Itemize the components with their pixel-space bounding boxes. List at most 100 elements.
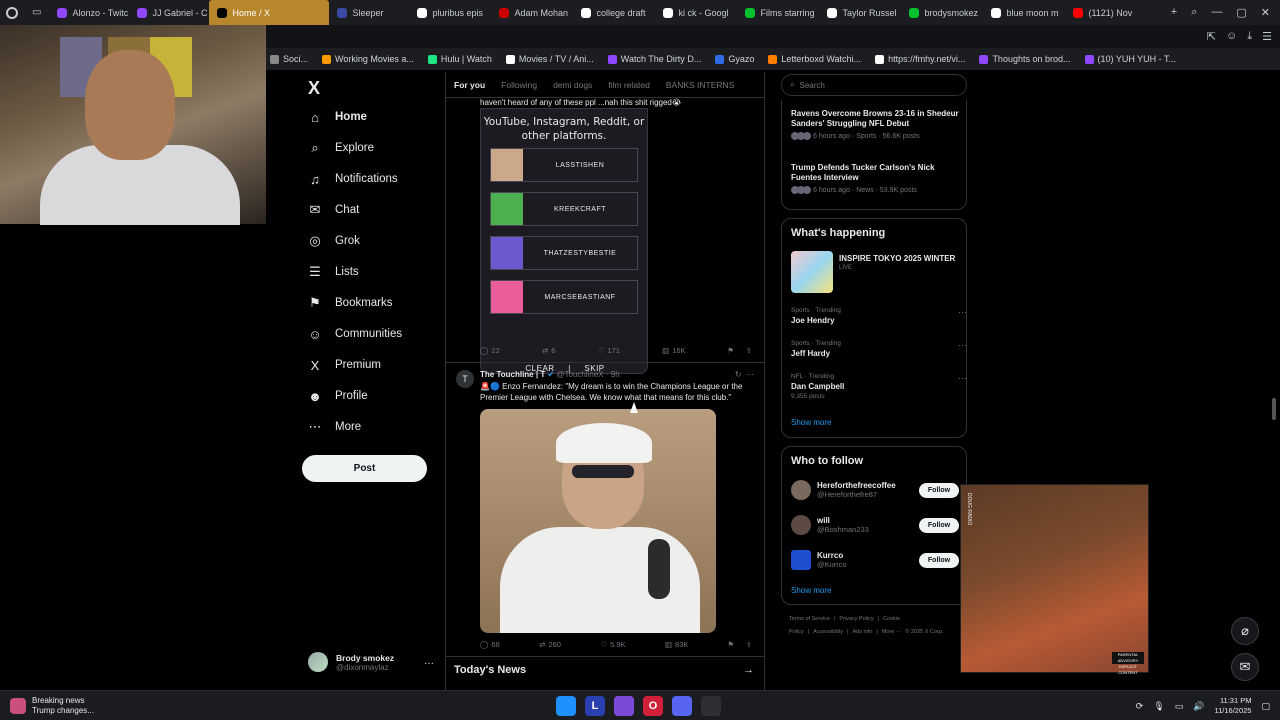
follow-suggestion[interactable]: Hereforthefreecoffee @Hereforthefre87 Foll… <box>791 476 959 504</box>
browser-tab[interactable]: Films starring <box>737 0 819 25</box>
like-button[interactable]: ♡ 5.9K <box>600 640 625 649</box>
avatar[interactable]: T <box>456 370 474 388</box>
share-icon[interactable]: ⇪ <box>746 640 752 649</box>
more-icon[interactable]: ⋯ <box>746 370 754 379</box>
tab-film-related[interactable]: film related <box>608 80 650 90</box>
browser-tab[interactable]: Sleeper <box>329 0 409 25</box>
post-button[interactable]: Post <box>302 455 427 482</box>
share-icon[interactable]: ⇱ <box>1207 30 1216 43</box>
bookmark-icon[interactable]: ⚑ <box>728 640 734 649</box>
footer-link[interactable]: Privacy Policy <box>839 616 873 622</box>
card-option[interactable]: LASSTISHEN <box>490 148 638 182</box>
more-icon[interactable]: ··· <box>958 307 967 317</box>
reply-button[interactable]: ◯ 68 <box>480 640 500 649</box>
follow-suggestion[interactable]: will @Boshman233 Follow <box>791 511 959 539</box>
arrow-right-icon[interactable]: → <box>743 664 754 676</box>
tweet-image[interactable] <box>480 409 716 633</box>
bookmark-item[interactable]: Thoughts on brod... <box>979 54 1071 64</box>
show-more-link[interactable]: Show more <box>791 586 831 595</box>
browser-tab[interactable]: Adam Mohan <box>491 0 573 25</box>
sidebar-item-explore[interactable]: ⌕ Explore <box>308 140 374 155</box>
search-icon[interactable]: ⌕ <box>1191 6 1197 19</box>
follow-button[interactable]: Follow <box>919 552 959 568</box>
bookmark-item[interactable]: Hulu | Watch <box>427 54 492 64</box>
x-logo[interactable]: X <box>308 78 320 99</box>
bookmark-item[interactable]: Watch The Dirty D... <box>607 54 701 64</box>
browser-tab[interactable]: Taylor Russel <box>819 0 901 25</box>
todays-news-heading[interactable]: Today's News <box>454 664 526 676</box>
sidebar-item-profile[interactable]: ☻ Profile <box>308 389 367 404</box>
news-item[interactable]: Trump Defends Tucker Carlson's Nick Fuen… <box>791 163 961 194</box>
follow-button[interactable]: Follow <box>919 517 959 533</box>
poll-card[interactable]: YouTube, Instagram, Reddit, or other pla… <box>480 108 648 374</box>
card-option[interactable]: THATZESTYBESTIE <box>490 236 638 270</box>
bookmark-item[interactable]: Soci... <box>270 54 308 64</box>
more-icon[interactable]: ··· <box>958 340 967 350</box>
news-widget[interactable]: Breaking news Trump changes... <box>10 696 94 716</box>
account-switcher[interactable]: Brody smokez @dixonmaylaz <box>308 652 394 672</box>
messages-icon[interactable]: ✉ <box>1231 653 1259 681</box>
bookmark-icon[interactable]: ⚑ <box>728 346 734 355</box>
show-more-link[interactable]: Show more <box>791 418 831 427</box>
maximize-icon[interactable]: ▢ <box>1236 6 1246 19</box>
footer-link[interactable]: © 2025 X Corp. <box>905 629 943 635</box>
sidebar-item-lists[interactable]: ☰ Lists <box>308 264 358 279</box>
opera-logo-icon[interactable] <box>0 0 24 25</box>
event-item[interactable]: INSPIRE TOKYO 2025 WINTER LIVE <box>839 254 955 271</box>
browser-tab[interactable]: JJ Gabriel - C <box>129 0 209 25</box>
repost-button[interactable]: ⇄ 260 <box>539 640 561 649</box>
sidebar-item-communities[interactable]: ☺ Communities <box>308 327 402 342</box>
grok-icon[interactable]: ↻ <box>735 370 742 379</box>
views-button[interactable]: ▥ 83K <box>665 640 688 649</box>
repost-button[interactable]: ⇄ 6 <box>542 346 555 355</box>
tab-for-you[interactable]: For you <box>454 80 485 90</box>
new-tab-icon[interactable]: + <box>1171 6 1177 19</box>
bookmark-item[interactable]: (10) YUH YUH - T... <box>1084 54 1176 64</box>
account-more-icon[interactable]: ··· <box>424 658 434 669</box>
author-handle[interactable]: @TouchlineX <box>556 370 603 379</box>
card-option[interactable]: MARCSEBASTIANF <box>490 280 638 314</box>
taskbar-app-icon[interactable]: O <box>643 696 663 716</box>
more-icon[interactable]: ··· <box>958 373 967 383</box>
minimize-icon[interactable]: — <box>1211 6 1222 19</box>
reply-button[interactable]: ◯ 22 <box>480 346 500 355</box>
grok-icon[interactable]: ⌀ <box>1231 617 1259 645</box>
share-icon[interactable]: ⇪ <box>746 346 752 355</box>
taskbar-app-icon[interactable] <box>672 696 692 716</box>
footer-link[interactable]: Accessibility <box>813 629 843 635</box>
trend-item[interactable]: Sports · Trending Jeff Hardy ··· <box>791 340 967 358</box>
menu-icon[interactable]: ☰ <box>1262 30 1272 43</box>
notification-icon[interactable]: ▢ <box>1261 701 1270 712</box>
browser-tab[interactable]: college draft <box>573 0 655 25</box>
sidebar-item-bookmarks[interactable]: ⚑ Bookmarks <box>308 295 392 310</box>
bookmark-item[interactable]: Letterboxd Watchi... <box>768 54 861 64</box>
bookmark-item[interactable]: https://fmhy.net/vi... <box>875 54 965 64</box>
bookmark-item[interactable]: Movies / TV / Ani... <box>505 54 594 64</box>
tab-demi-dogs[interactable]: demi dogs <box>553 80 592 90</box>
scrollbar[interactable] <box>1272 398 1276 420</box>
news-item[interactable]: Ravens Overcome Browns 23-16 in Shedeur … <box>791 109 961 140</box>
browser-tab[interactable]: blue moon m <box>983 0 1065 25</box>
views-button[interactable]: ▥ 16K <box>662 346 685 355</box>
trend-item[interactable]: Sports · Trending Joe Hendry ··· <box>791 307 967 325</box>
profile-icon[interactable]: ☺ <box>1226 30 1237 43</box>
tab-banks-interns[interactable]: BANKS INTERNS <box>666 80 735 90</box>
footer-link[interactable]: Ads info <box>853 629 873 635</box>
taskbar-app-icon[interactable] <box>701 696 721 716</box>
browser-tab[interactable]: Home / X <box>209 0 330 25</box>
taskbar-app-icon[interactable] <box>556 696 576 716</box>
taskbar-app-icon[interactable]: L <box>585 696 605 716</box>
tab-following[interactable]: Following <box>501 80 537 90</box>
footer-link[interactable]: Terms of Service <box>789 616 830 622</box>
clock[interactable]: 11:31 PM 11/16/2025 <box>1215 696 1252 716</box>
sync-icon[interactable]: ⟳ <box>1136 701 1144 712</box>
bookmark-item[interactable]: Working Movies a... <box>322 54 414 64</box>
search-input[interactable]: ⌕ Search <box>781 74 967 96</box>
sidebar-item-chat[interactable]: ✉ Chat <box>308 202 360 217</box>
card-option[interactable]: KREEKCRAFT <box>490 192 638 226</box>
sidebar-item-more[interactable]: ⋯ More <box>308 419 362 434</box>
close-icon[interactable]: ✕ <box>1261 6 1270 19</box>
browser-tab[interactable]: pluribus epis <box>409 0 491 25</box>
tab-list-icon[interactable]: ▭ <box>24 0 49 25</box>
sidebar-item-premium[interactable]: X Premium <box>308 358 381 373</box>
